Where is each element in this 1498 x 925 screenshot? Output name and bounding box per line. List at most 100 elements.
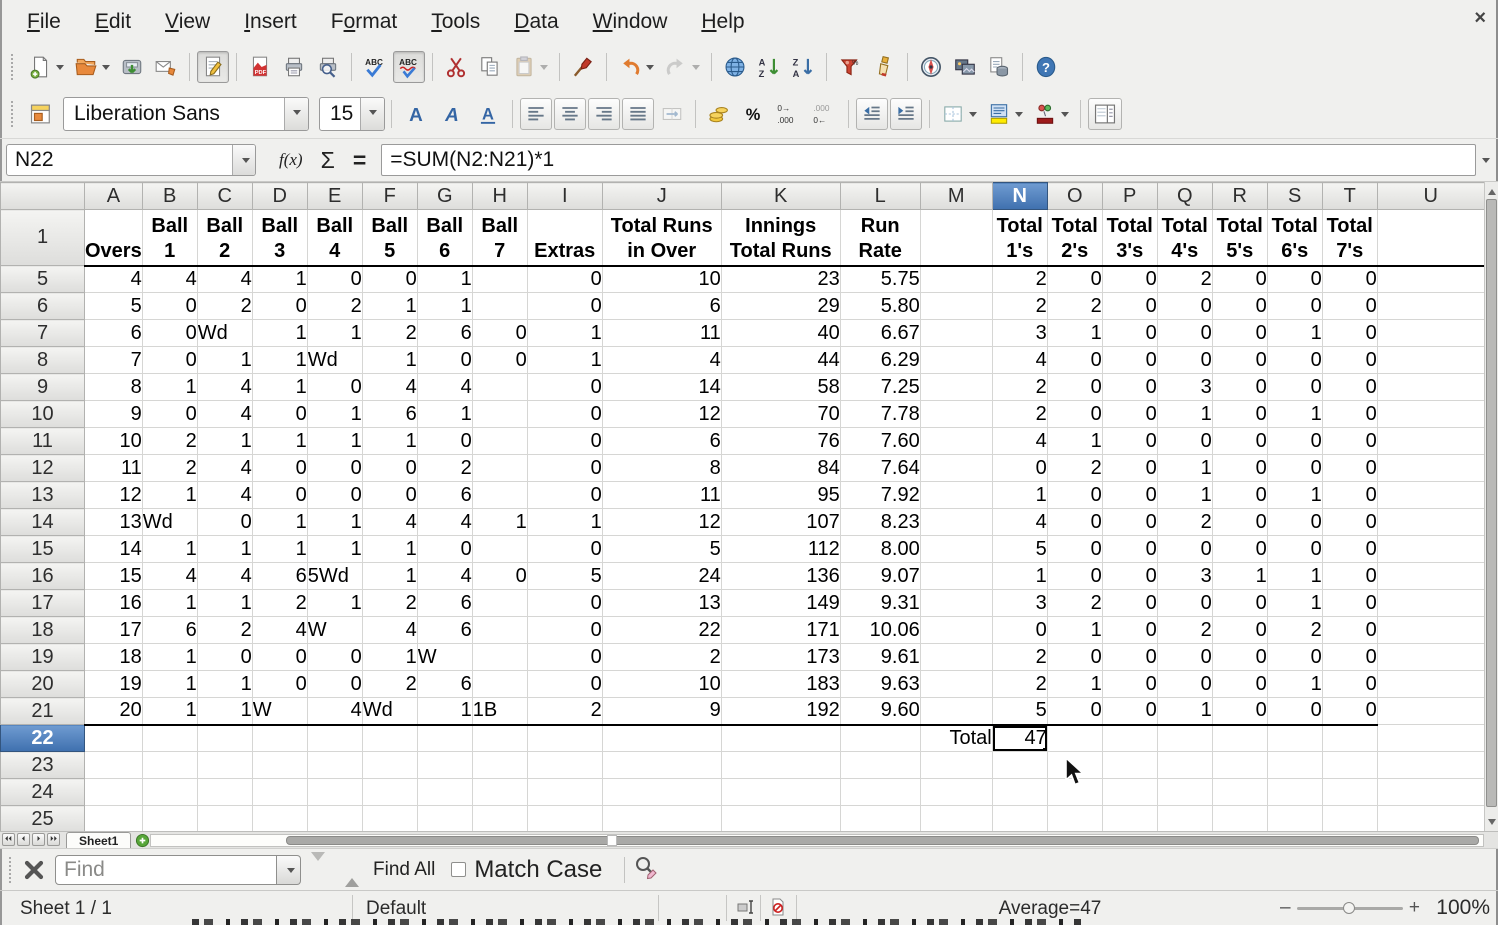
email-icon[interactable] <box>150 51 182 83</box>
cell-p5[interactable]: 0 <box>1101 265 1158 293</box>
data-sources-icon[interactable] <box>983 51 1015 83</box>
cell-m21[interactable] <box>919 697 993 726</box>
cell-u15[interactable] <box>1376 535 1485 563</box>
header-cell-l1[interactable]: Run Rate <box>839 209 921 267</box>
previous-sheet-icon[interactable]: ⏴ <box>17 833 30 846</box>
cell-f15[interactable]: 1 <box>361 535 418 563</box>
cell-d24[interactable] <box>251 778 308 806</box>
font-name-value[interactable]: Liberation Sans <box>64 98 284 130</box>
cell-a23[interactable] <box>84 751 143 779</box>
cell-s13[interactable]: 1 <box>1266 481 1323 509</box>
cell-k25[interactable] <box>720 805 841 831</box>
new-document-icon[interactable] <box>24 51 68 83</box>
cell-s8[interactable]: 0 <box>1266 346 1323 374</box>
font-size-select[interactable]: 15 <box>319 97 385 131</box>
cell-f18[interactable]: 4 <box>361 616 418 644</box>
cell-q20[interactable]: 0 <box>1156 670 1213 698</box>
cell-g9[interactable]: 4 <box>416 373 473 401</box>
cell-q17[interactable]: 0 <box>1156 589 1213 617</box>
formula-icon[interactable]: = <box>344 147 375 174</box>
cell-u18[interactable] <box>1376 616 1485 644</box>
cell-t12[interactable]: 0 <box>1321 454 1378 482</box>
cell-h12[interactable] <box>471 454 528 482</box>
cell-h5[interactable] <box>471 265 528 293</box>
cell-s14[interactable]: 0 <box>1266 508 1323 536</box>
cell-r16[interactable]: 1 <box>1211 562 1268 590</box>
cell-i14[interactable]: 1 <box>526 508 603 536</box>
cell-c25[interactable] <box>196 805 253 831</box>
cell-t11[interactable]: 0 <box>1321 427 1378 455</box>
cell-d7[interactable]: 1 <box>251 319 308 347</box>
cell-i25[interactable] <box>526 805 603 831</box>
header-cell-r1[interactable]: Total 5's <box>1211 209 1268 267</box>
cell-s7[interactable]: 1 <box>1266 319 1323 347</box>
cell-m15[interactable] <box>919 535 993 563</box>
cell-p10[interactable]: 0 <box>1101 400 1158 428</box>
cell-i7[interactable]: 1 <box>526 319 603 347</box>
cell-r12[interactable]: 0 <box>1211 454 1268 482</box>
cell-q11[interactable]: 0 <box>1156 427 1213 455</box>
borders-icon[interactable] <box>937 98 981 130</box>
cell-l18[interactable]: 10.06 <box>839 616 921 644</box>
cell-e12[interactable]: 0 <box>306 454 363 482</box>
horizontal-scrollbar[interactable] <box>150 834 1484 847</box>
header-cell-f1[interactable]: Ball 5 <box>361 209 418 267</box>
header-cell-h1[interactable]: Ball 7 <box>471 209 528 267</box>
print-icon[interactable] <box>278 51 310 83</box>
column-header-h[interactable]: H <box>471 182 528 210</box>
row-header-7[interactable]: 7 <box>0 319 85 347</box>
cell-l7[interactable]: 6.67 <box>839 319 921 347</box>
name-box-dropdown-icon[interactable] <box>232 145 255 175</box>
cell-q9[interactable]: 3 <box>1156 373 1213 401</box>
cell-t6[interactable]: 0 <box>1321 292 1378 320</box>
cell-o6[interactable]: 2 <box>1046 292 1103 320</box>
cell-d11[interactable]: 1 <box>251 427 308 455</box>
cell-p22[interactable] <box>1101 724 1158 752</box>
cell-p13[interactable]: 0 <box>1101 481 1158 509</box>
cell-f12[interactable]: 0 <box>361 454 418 482</box>
close-find-bar-icon[interactable] <box>23 859 45 881</box>
cell-t13[interactable]: 0 <box>1321 481 1378 509</box>
column-header-d[interactable]: D <box>251 182 308 210</box>
header-cell-c1[interactable]: Ball 2 <box>196 209 253 267</box>
formula-input[interactable]: =SUM(N2:N21)*1 <box>381 144 1476 176</box>
cell-c10[interactable]: 4 <box>196 400 253 428</box>
cell-u19[interactable] <box>1376 643 1485 671</box>
row-header-25[interactable]: 25 <box>0 805 85 831</box>
cell-o20[interactable]: 1 <box>1046 670 1103 698</box>
cell-m8[interactable] <box>919 346 993 374</box>
cell-s24[interactable] <box>1266 778 1323 806</box>
help-icon[interactable]: ? <box>1030 51 1062 83</box>
cell-s19[interactable]: 0 <box>1266 643 1323 671</box>
cell-e13[interactable]: 0 <box>306 481 363 509</box>
cell-n13[interactable]: 1 <box>991 481 1048 509</box>
cell-b25[interactable] <box>141 805 198 831</box>
cell-s23[interactable] <box>1266 751 1323 779</box>
cell-d16[interactable]: 6 <box>251 562 308 590</box>
cell-k23[interactable] <box>720 751 841 779</box>
cell-n10[interactable]: 2 <box>991 400 1048 428</box>
row-header-11[interactable]: 11 <box>0 427 85 455</box>
row-header-18[interactable]: 18 <box>0 616 85 644</box>
cell-t16[interactable]: 0 <box>1321 562 1378 590</box>
cell-k7[interactable]: 40 <box>720 319 841 347</box>
add-decimal-icon[interactable]: 0→ .000 <box>771 98 805 130</box>
cell-m7[interactable] <box>919 319 993 347</box>
cell-p18[interactable]: 0 <box>1101 616 1158 644</box>
cell-d18[interactable]: 4 <box>251 616 308 644</box>
cell-n14[interactable]: 4 <box>991 508 1048 536</box>
cell-k12[interactable]: 84 <box>720 454 841 482</box>
spelling-icon[interactable]: ABC <box>359 51 391 83</box>
sort-descending-icon[interactable]: ZA <box>787 51 819 83</box>
cell-o22[interactable] <box>1046 724 1103 752</box>
hyperlink-icon[interactable] <box>719 51 751 83</box>
cell-a5[interactable]: 4 <box>84 265 143 293</box>
cell-u20[interactable] <box>1376 670 1485 698</box>
header-cell-b1[interactable]: Ball 1 <box>141 209 198 267</box>
cell-q15[interactable]: 0 <box>1156 535 1213 563</box>
cell-q6[interactable]: 0 <box>1156 292 1213 320</box>
sum-icon[interactable]: Σ <box>312 147 344 174</box>
last-sheet-icon[interactable]: ⏵⏵ <box>47 833 60 846</box>
page-style-label[interactable]: Default <box>366 898 426 920</box>
cell-b15[interactable]: 1 <box>141 535 198 563</box>
